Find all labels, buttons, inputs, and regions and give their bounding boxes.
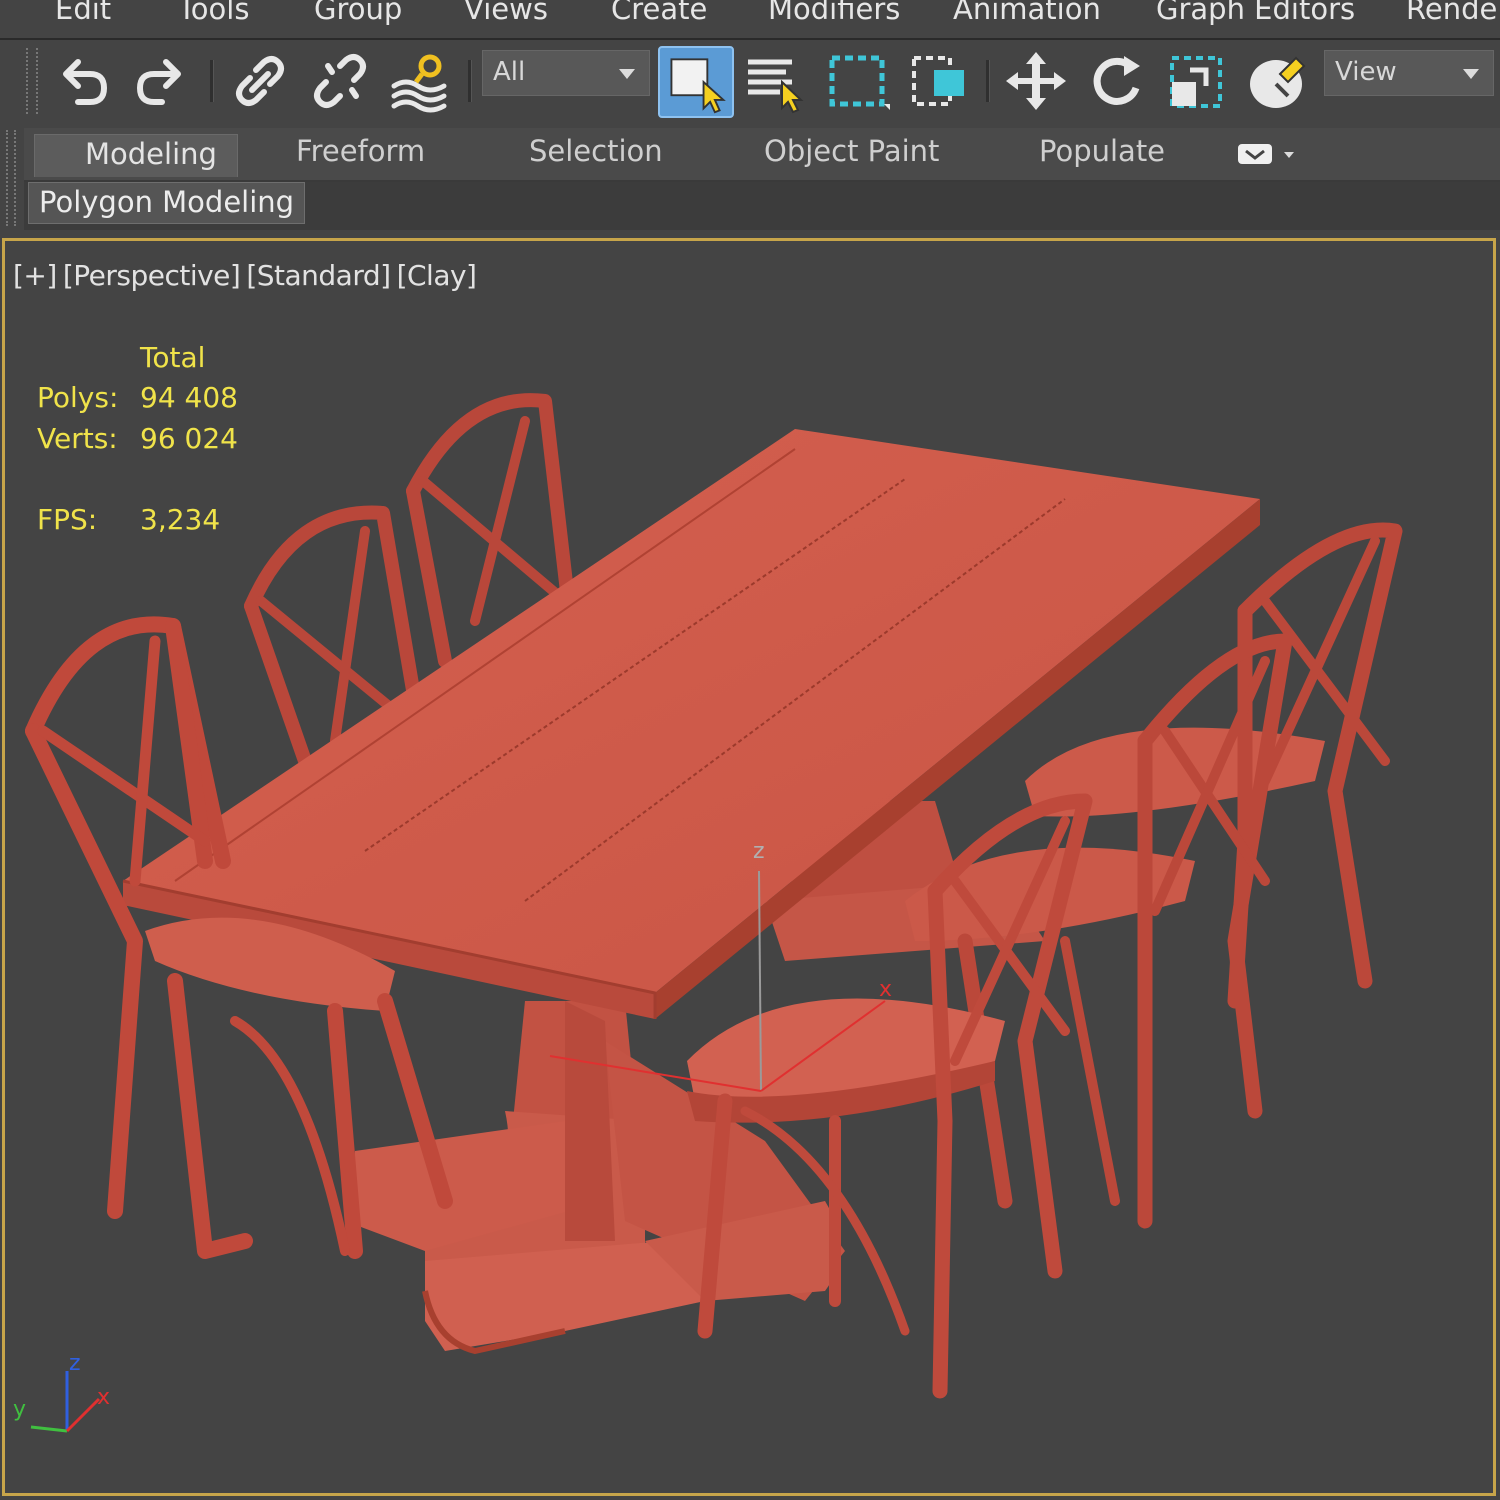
reference-coordinate-dropdown[interactable]: View xyxy=(1324,50,1494,96)
placement-icon[interactable] xyxy=(1244,48,1312,114)
tab-freeform[interactable]: Freeform xyxy=(296,134,425,168)
selection-filter-value: All xyxy=(493,57,526,87)
chevron-down-icon xyxy=(619,69,635,79)
toolbar-separator xyxy=(210,60,214,102)
select-object-icon[interactable] xyxy=(658,46,734,118)
world-axis-tripod: z y x xyxy=(5,1341,125,1451)
ribbon-panel-bar: Polygon Modeling xyxy=(24,182,1500,230)
undo-icon[interactable] xyxy=(48,48,116,114)
menu-views[interactable]: Views xyxy=(464,0,548,26)
menu-modifiers[interactable]: Modifiers xyxy=(768,0,900,26)
toolbar-separator xyxy=(986,60,990,102)
menu-animation[interactable]: Animation xyxy=(953,0,1101,26)
scale-icon[interactable] xyxy=(1164,48,1232,114)
menu-graph-editors[interactable]: Graph Editors xyxy=(1156,0,1355,26)
viewport-standard-menu[interactable]: [Standard] xyxy=(246,259,391,292)
gizmo-z-label: z xyxy=(753,839,765,864)
redo-icon[interactable] xyxy=(128,48,196,114)
stats-polys-value: 94 408 xyxy=(140,381,238,414)
bind-space-warp-icon[interactable] xyxy=(386,48,454,114)
tab-populate[interactable]: Populate xyxy=(1039,134,1165,168)
toolbar-grip[interactable] xyxy=(26,48,38,114)
ribbon-grip[interactable] xyxy=(6,130,16,226)
tripod-y-label: y xyxy=(13,1397,27,1422)
tab-modeling[interactable]: Modeling xyxy=(34,134,238,177)
toolbar-separator xyxy=(468,60,472,102)
tab-object-paint[interactable]: Object Paint xyxy=(764,134,939,168)
tripod-z-label: z xyxy=(69,1351,81,1376)
tripod-x-label: x xyxy=(97,1385,111,1410)
gizmo-x-label: x xyxy=(879,977,893,1002)
window-crossing-icon[interactable] xyxy=(904,48,972,114)
polygon-modeling-panel-button[interactable]: Polygon Modeling xyxy=(28,182,306,224)
rotate-icon[interactable] xyxy=(1082,48,1150,114)
move-icon[interactable] xyxy=(1002,48,1070,114)
stats-polys-label: Polys: xyxy=(37,381,119,414)
viewport-shading-menu[interactable]: [Clay] xyxy=(397,259,477,292)
stats-verts-value: 96 024 xyxy=(140,422,238,455)
viewport-general-menu[interactable]: [+] xyxy=(13,259,57,292)
menu-tools[interactable]: Tools xyxy=(178,0,249,26)
tab-selection[interactable]: Selection xyxy=(529,134,663,168)
select-by-name-icon[interactable] xyxy=(742,48,810,114)
unlink-icon[interactable] xyxy=(306,48,374,114)
stats-fps-label: FPS: xyxy=(37,503,98,536)
ribbon-tabstrip: Modeling Freeform Selection Object Paint… xyxy=(24,128,1500,183)
ribbon-options-icon[interactable] xyxy=(1238,142,1298,168)
link-icon[interactable] xyxy=(226,48,294,114)
menu-create[interactable]: Create xyxy=(611,0,707,26)
selection-filter-dropdown[interactable]: All xyxy=(482,50,650,96)
reference-coordinate-value: View xyxy=(1335,57,1397,87)
menu-group[interactable]: Group xyxy=(314,0,402,26)
ribbon: Modeling Freeform Selection Object Paint… xyxy=(0,124,1500,234)
viewport-label-menu: [+] [Perspective] [Standard] [Clay] xyxy=(13,259,482,292)
rectangular-selection-icon[interactable] xyxy=(824,48,892,114)
perspective-viewport[interactable]: z x [+] [Perspective] [Standard] [Clay] Tot… xyxy=(2,238,1496,1496)
stats-verts-label: Verts: xyxy=(37,422,118,455)
menu-render[interactable]: Render xyxy=(1406,0,1500,26)
viewport-point-of-view-menu[interactable]: [Perspective] xyxy=(63,259,241,292)
menu-bar: Edit Tools Group Views Create Modifiers … xyxy=(0,0,1500,40)
chevron-down-icon xyxy=(1463,69,1479,79)
stats-fps-value: 3,234 xyxy=(140,503,221,536)
main-toolbar: All View xyxy=(0,40,1500,122)
menu-edit[interactable]: Edit xyxy=(55,0,111,26)
stats-header: Total xyxy=(140,341,206,374)
